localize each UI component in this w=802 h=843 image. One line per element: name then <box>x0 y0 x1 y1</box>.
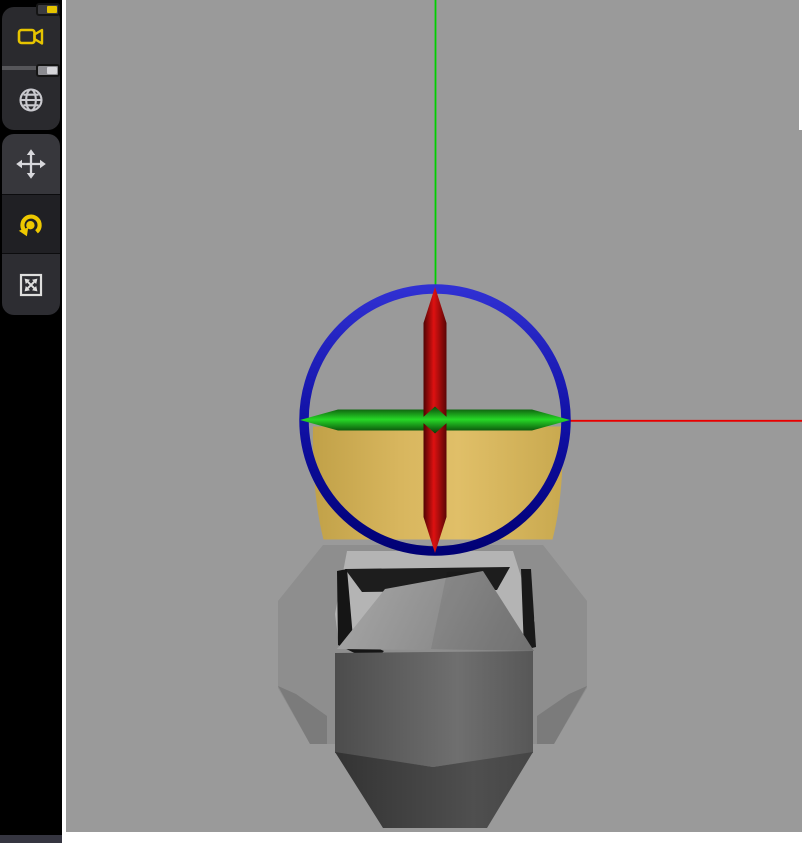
move-arrows-icon <box>13 146 49 182</box>
toolbar-group-view-toggles <box>2 7 60 130</box>
globe-view-toggle[interactable] <box>36 64 60 77</box>
scale-tool-button[interactable] <box>2 254 60 315</box>
toolbar-group-transform-tools <box>2 134 60 315</box>
scene-canvas <box>66 0 802 832</box>
toggle-knob <box>47 67 57 74</box>
camera-view-toggle[interactable] <box>36 3 60 16</box>
rotate-arrow-icon <box>13 206 49 242</box>
scale-box-icon <box>13 267 49 303</box>
globe-view-button[interactable] <box>2 70 60 130</box>
viewport-3d[interactable] <box>66 0 802 832</box>
video-camera-icon <box>11 19 51 55</box>
rotation-gizmo[interactable] <box>300 287 570 553</box>
translate-tool-button[interactable] <box>2 134 60 194</box>
globe-icon <box>13 82 49 118</box>
mesh-object[interactable] <box>278 545 587 828</box>
sidebar-footer-strip <box>0 835 62 843</box>
rotate-tool-button[interactable] <box>2 195 60 253</box>
toggle-knob <box>47 6 57 13</box>
left-toolbar <box>0 0 62 835</box>
